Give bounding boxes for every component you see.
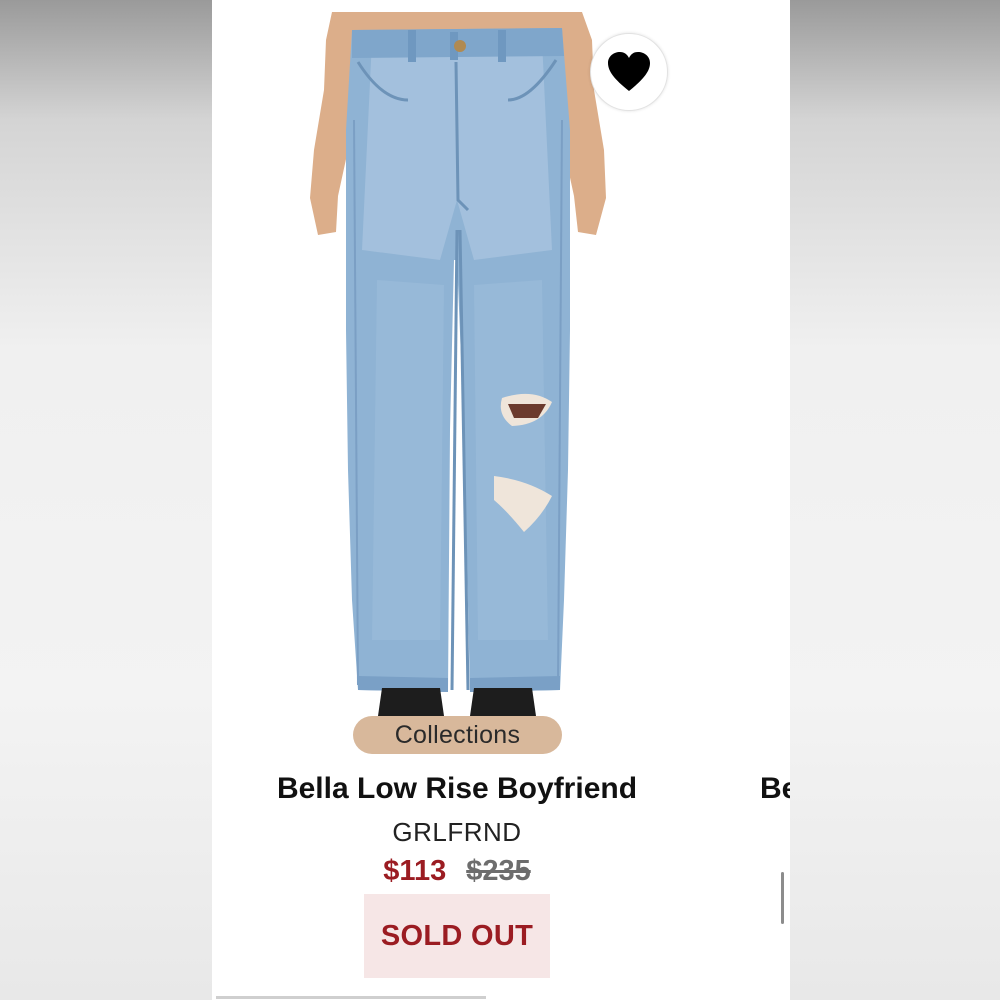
product-image[interactable] (212, 0, 790, 720)
favorite-button[interactable] (590, 33, 668, 111)
right-backdrop (790, 0, 1000, 1000)
product-card-panel: Collections Bella Low Rise Boyfriend GRL… (212, 0, 790, 1000)
next-product-title[interactable]: Be (760, 772, 790, 806)
divider (216, 996, 486, 999)
original-price: $235 (466, 855, 531, 887)
collection-badge[interactable]: Collections (353, 716, 562, 754)
price-row: $113 $235 (212, 855, 702, 888)
scroll-indicator (781, 872, 784, 924)
product-title[interactable]: Bella Low Rise Boyfriend (212, 772, 702, 806)
left-backdrop (0, 0, 212, 1000)
sold-out-button[interactable]: SOLD OUT (364, 894, 550, 978)
brand-name[interactable]: GRLFRND (212, 817, 702, 848)
sale-price: $113 (383, 855, 447, 887)
heart-icon (608, 52, 650, 91)
